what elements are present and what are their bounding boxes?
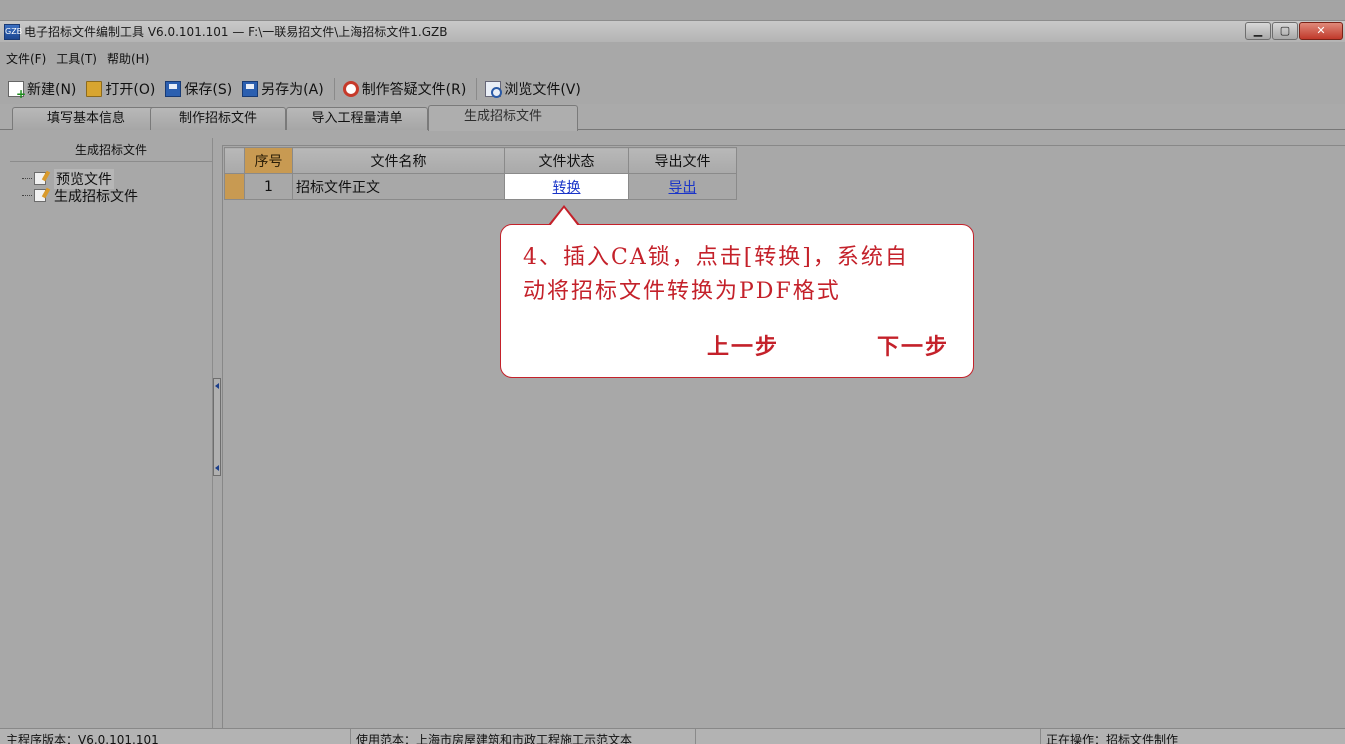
column-header-status[interactable]: 文件状态 [504,147,629,174]
make-faq-button-label: 制作答疑文件(R) [361,82,467,98]
cell-seq: 1 [244,173,293,200]
window-controls: ▁ ▢ ✕ [1244,22,1343,40]
toolbar-separator [476,78,478,100]
status-divider [1040,729,1041,744]
prev-step-button[interactable]: 上一步 [707,329,779,361]
tree-item-generate[interactable]: 生成招标文件 [22,187,212,205]
panel-splitter-handle[interactable] [213,378,221,476]
column-header-export[interactable]: 导出文件 [628,147,737,174]
folder-open-icon [86,81,103,97]
tab-make-tender[interactable]: 制作招标文件 [150,107,286,130]
export-link[interactable]: 导出 [669,180,697,196]
lifebuoy-icon [342,81,359,97]
callout-line-1: 4、插入CA锁，点击[转换]，系统自 [523,245,909,270]
save-as-button-label: 另存为(A) [261,82,324,98]
table-row[interactable]: 1 招标文件正文 转换 导出 [224,173,737,200]
browse-magnifier-icon [485,81,503,98]
callout-message: 4、插入CA锁，点击[转换]，系统自 动将招标文件转换为PDF格式 [523,241,963,309]
menu-tools[interactable]: 工具(T) [56,50,97,67]
maximize-button[interactable]: ▢ [1272,22,1298,40]
menu-help[interactable]: 帮助(H) [107,50,149,67]
status-version: 主程序版本：V6.0.101.101 [6,733,159,744]
tab-import-bill[interactable]: 导入工程量清单 [286,107,428,130]
window-title: 电子招标文件编制工具 V6.0.101.101 — F:\一联易招文件\上海招标… [24,25,448,39]
tree-connector [22,178,32,179]
cell-file-name: 招标文件正文 [292,173,505,200]
left-panel-header: 生成招标文件 [10,138,212,162]
make-faq-button[interactable]: 制作答疑文件(R) [342,79,467,99]
open-button[interactable]: 打开(O) [86,79,155,99]
row-header[interactable] [224,173,245,200]
floppy-disk-icon [165,81,182,97]
document-edit-icon [34,189,46,202]
nav-tree: 预览文件 生成招标文件 [10,162,212,205]
tutorial-callout: 4、插入CA锁，点击[转换]，系统自 动将招标文件转换为PDF格式 上一步 下一… [500,224,974,378]
desktop-top-strip [0,0,1345,20]
app-icon: GZB [4,23,22,40]
tab-generate-tender[interactable]: 生成招标文件 [428,105,578,131]
tree-connector [22,195,32,196]
save-as-button[interactable]: 另存为(A) [242,79,324,99]
save-button[interactable]: 保存(S) [165,79,232,99]
status-bar: 主程序版本：V6.0.101.101 使用范本：上海市房屋建筑和市政工程施工示范… [0,728,1345,744]
cell-export: 导出 [628,173,737,200]
grid-corner [224,147,245,174]
new-button-label: 新建(N) [27,82,77,98]
callout-tail [550,208,578,226]
minimize-button[interactable]: ▁ [1245,22,1271,40]
file-grid: 序号 文件名称 文件状态 导出文件 1 招标文件正文 转换 导出 [224,147,737,200]
left-panel: 生成招标文件 预览文件 生成招标文件 [10,138,213,728]
new-file-icon [8,81,26,101]
callout-line-2: 动将招标文件转换为PDF格式 [523,279,841,304]
status-divider [350,729,351,744]
status-template: 使用范本：上海市房屋建筑和市政工程施工示范文本 [356,733,633,744]
column-header-name[interactable]: 文件名称 [292,147,505,174]
browse-button[interactable]: 浏览文件(V) [485,79,581,99]
open-button-label: 打开(O) [105,82,156,98]
tree-item-preview[interactable]: 预览文件 [22,168,212,189]
menu-file[interactable]: 文件(F) [6,50,46,67]
title-bar: GZB 电子招标文件编制工具 V6.0.101.101 — F:\一联易招文件\… [0,20,1345,42]
new-button[interactable]: 新建(N) [8,79,77,101]
status-operation: 正在操作：招标文件制作 [1046,733,1179,744]
tab-strip: 填写基本信息 制作招标文件 导入工程量清单 生成招标文件 [0,104,1345,131]
floppy-disk-save-as-icon [242,81,259,97]
toolbar: 新建(N) 打开(O) 保存(S) 另存为(A) 制作答疑文件(R) 浏览文件(… [0,76,1345,102]
save-button-label: 保存(S) [184,82,233,98]
menu-bar: 文件(F) 工具(T) 帮助(H) [0,48,1345,68]
tab-basic-info[interactable]: 填写基本信息 [12,107,160,130]
cell-status: 转换 [504,173,629,200]
document-edit-icon [34,172,46,185]
next-step-button[interactable]: 下一步 [877,329,949,361]
convert-link[interactable]: 转换 [553,180,581,196]
grid-header-row: 序号 文件名称 文件状态 导出文件 [224,147,737,174]
column-header-seq[interactable]: 序号 [244,147,293,174]
status-divider [695,729,696,744]
toolbar-separator [333,78,335,100]
browse-button-label: 浏览文件(V) [504,82,581,98]
tree-item-label: 生成招标文件 [54,188,138,205]
close-button[interactable]: ✕ [1299,22,1343,40]
